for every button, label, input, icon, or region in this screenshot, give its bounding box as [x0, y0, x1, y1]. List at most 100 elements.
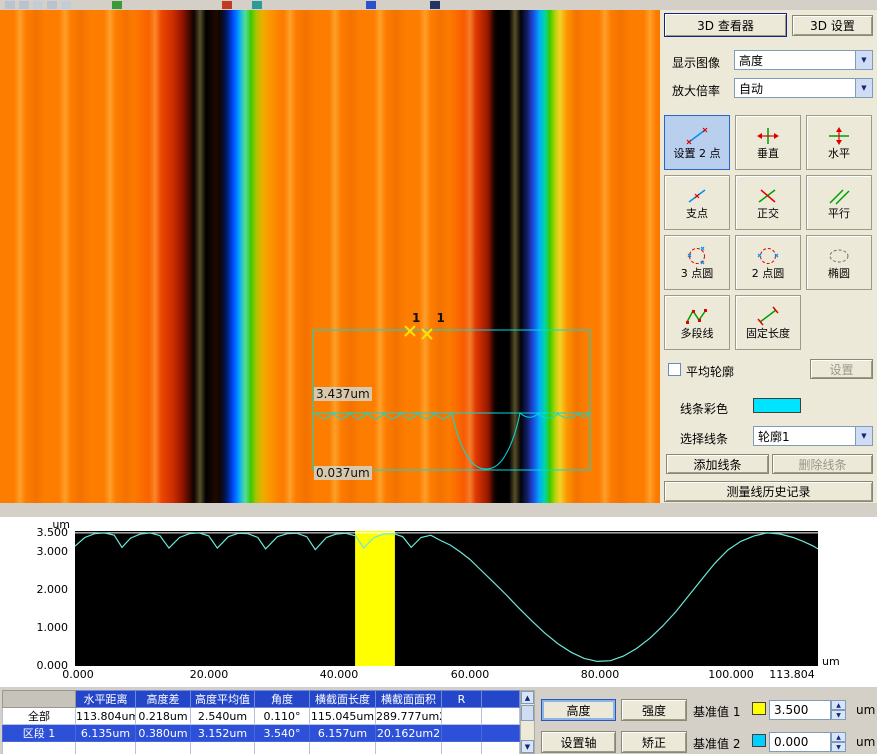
x-tick: 0.000 [54, 668, 102, 681]
bottom-panel: 水平距离 高度差 高度平均值 角度 横截面长度 横截面面积 R 全部 113.8… [0, 687, 877, 754]
add-line-button[interactable]: 添加线条 [666, 454, 769, 474]
scroll-up-icon[interactable]: ▲ [521, 691, 534, 704]
tool-2-point-circle[interactable]: 2 点圆 [735, 235, 801, 290]
spin-up-icon[interactable]: ▲ [831, 732, 846, 742]
x-end-tick: 113.804 [764, 668, 820, 681]
horizontal-line-icon [826, 126, 852, 146]
y-tick: 3.500 [24, 526, 68, 539]
header-height-average: 高度平均值 [191, 691, 255, 708]
toolbar-icon[interactable] [33, 1, 43, 9]
y-tick: 1.000 [24, 621, 68, 634]
height-mode-button[interactable]: 高度 [541, 699, 616, 721]
toolbar-icon[interactable] [222, 1, 232, 9]
y-tick: 3.000 [24, 545, 68, 558]
measure-history-label: 测量线历史记录 [726, 483, 810, 500]
results-table: 水平距离 高度差 高度平均值 角度 横截面长度 横截面面积 R 全部 113.8… [2, 690, 520, 754]
tool-polyline[interactable]: 多段线 [664, 295, 730, 350]
app-window: 1 1 3.437um 0.037um 3D 查看器 3D 设置 显示图像 高度… [0, 0, 877, 754]
orthogonal-lines-icon [755, 186, 781, 206]
profile-plot-svg [75, 531, 818, 666]
magnification-value: 自动 [735, 79, 855, 97]
display-image-value: 高度 [735, 51, 855, 69]
table-row-empty[interactable] [3, 742, 520, 754]
correction-button[interactable]: 矫正 [621, 731, 687, 753]
header-horizontal-distance: 水平距离 [76, 691, 136, 708]
toolbar-icon[interactable] [366, 1, 376, 9]
ref2-color-swatch[interactable] [752, 734, 766, 747]
profile-trace [75, 533, 818, 662]
spin-down-icon[interactable]: ▼ [831, 710, 846, 720]
spin-down-icon[interactable]: ▼ [831, 742, 846, 752]
marker-x-icon[interactable] [405, 326, 415, 336]
tab-3d-viewer[interactable]: 3D 查看器 [664, 13, 787, 37]
tool-3-point-circle[interactable]: 3 点圆 [664, 235, 730, 290]
select-line-dropdown[interactable]: 轮廓1 ▼ [753, 426, 873, 446]
tool-fixed-length[interactable]: 固定长度 [735, 295, 801, 350]
table-scrollbar[interactable]: ▲ ▼ [520, 690, 535, 754]
x-tick: 100.000 [707, 668, 755, 681]
splitter[interactable] [0, 503, 877, 517]
toolbar-icon[interactable] [61, 1, 71, 9]
table-header-row: 水平距离 高度差 高度平均值 角度 横截面长度 横截面面积 R [3, 691, 520, 708]
measurement-overlay[interactable] [0, 10, 660, 503]
toolbar-icon[interactable] [112, 1, 122, 9]
height-map-image[interactable]: 1 1 3.437um 0.037um [0, 10, 660, 503]
toolbar-icon[interactable] [19, 1, 29, 9]
measure-history-button[interactable]: 测量线历史记录 [664, 481, 873, 502]
header-cross-section-length: 横截面长度 [310, 691, 376, 708]
toolbar-icon[interactable] [47, 1, 57, 9]
ellipse-icon [826, 246, 852, 266]
delete-line-button[interactable]: 删除线条 [772, 454, 873, 474]
tool-grid: 设置 2 点 垂直 水平 [664, 115, 876, 350]
scroll-down-icon[interactable]: ▼ [521, 740, 534, 753]
ref1-color-swatch[interactable] [752, 702, 766, 715]
ref2-spinner[interactable]: ▲ ▼ [769, 732, 846, 752]
tool-orthogonal[interactable]: 正交 [735, 175, 801, 230]
line-color-label: 线条彩色 [680, 400, 728, 417]
right-panel: 3D 查看器 3D 设置 显示图像 高度 ▼ 放大倍率 自动 ▼ 设置 2 点 [660, 10, 877, 503]
y-tick: 2.000 [24, 583, 68, 596]
intensity-mode-button[interactable]: 强度 [621, 699, 687, 721]
line-color-swatch[interactable] [753, 398, 801, 413]
tool-parallel[interactable]: 平行 [806, 175, 872, 230]
average-profile-checkbox[interactable] [668, 363, 681, 376]
ref1-input[interactable] [769, 700, 831, 720]
chevron-down-icon[interactable]: ▼ [855, 51, 872, 69]
tab-3d-settings[interactable]: 3D 设置 [792, 15, 873, 36]
display-image-select[interactable]: 高度 ▼ [734, 50, 873, 70]
ref1-label: 基准值 1 [693, 703, 740, 720]
two-points-icon [684, 126, 710, 146]
polyline-icon [684, 306, 710, 326]
chevron-down-icon[interactable]: ▼ [855, 79, 872, 97]
table-row-all[interactable]: 全部 113.804um 0.218um 2.540um 0.110° 115.… [3, 708, 520, 725]
set-button[interactable]: 设置 [810, 359, 873, 379]
spin-up-icon[interactable]: ▲ [831, 700, 846, 710]
ref1-unit: um [856, 703, 875, 717]
scrollbar-thumb[interactable] [521, 705, 534, 721]
magnification-select[interactable]: 自动 ▼ [734, 78, 873, 98]
delete-line-label: 删除线条 [798, 456, 846, 473]
ref1-spinner[interactable]: ▲ ▼ [769, 700, 846, 720]
ref2-label: 基准值 2 [693, 735, 740, 752]
vertical-line-icon [755, 126, 781, 146]
upper-height-label: 3.437um [314, 387, 372, 401]
tool-vertical[interactable]: 垂直 [735, 115, 801, 170]
header-extra [482, 691, 520, 708]
segment-highlight-band[interactable] [355, 531, 395, 666]
header-blank [3, 691, 76, 708]
x-tick: 20.000 [185, 668, 233, 681]
tool-ellipse[interactable]: 椭圆 [806, 235, 872, 290]
ref2-input[interactable] [769, 732, 831, 752]
toolbar-icon[interactable] [252, 1, 262, 9]
toolbar-icon[interactable] [430, 1, 440, 9]
tool-pivot[interactable]: 支点 [664, 175, 730, 230]
display-image-label: 显示图像 [672, 54, 720, 71]
table-row-segment-1[interactable]: 区段 1 6.135um 0.380um 3.152um 3.540° 6.15… [3, 725, 520, 742]
tool-set-2-points[interactable]: 设置 2 点 [664, 115, 730, 170]
toolbar-icon[interactable] [5, 1, 15, 9]
tool-horizontal[interactable]: 水平 [806, 115, 872, 170]
profile-plot[interactable] [75, 531, 818, 666]
chevron-down-icon[interactable]: ▼ [855, 427, 872, 445]
header-height-difference: 高度差 [136, 691, 191, 708]
set-axis-button[interactable]: 设置轴 [541, 731, 616, 753]
